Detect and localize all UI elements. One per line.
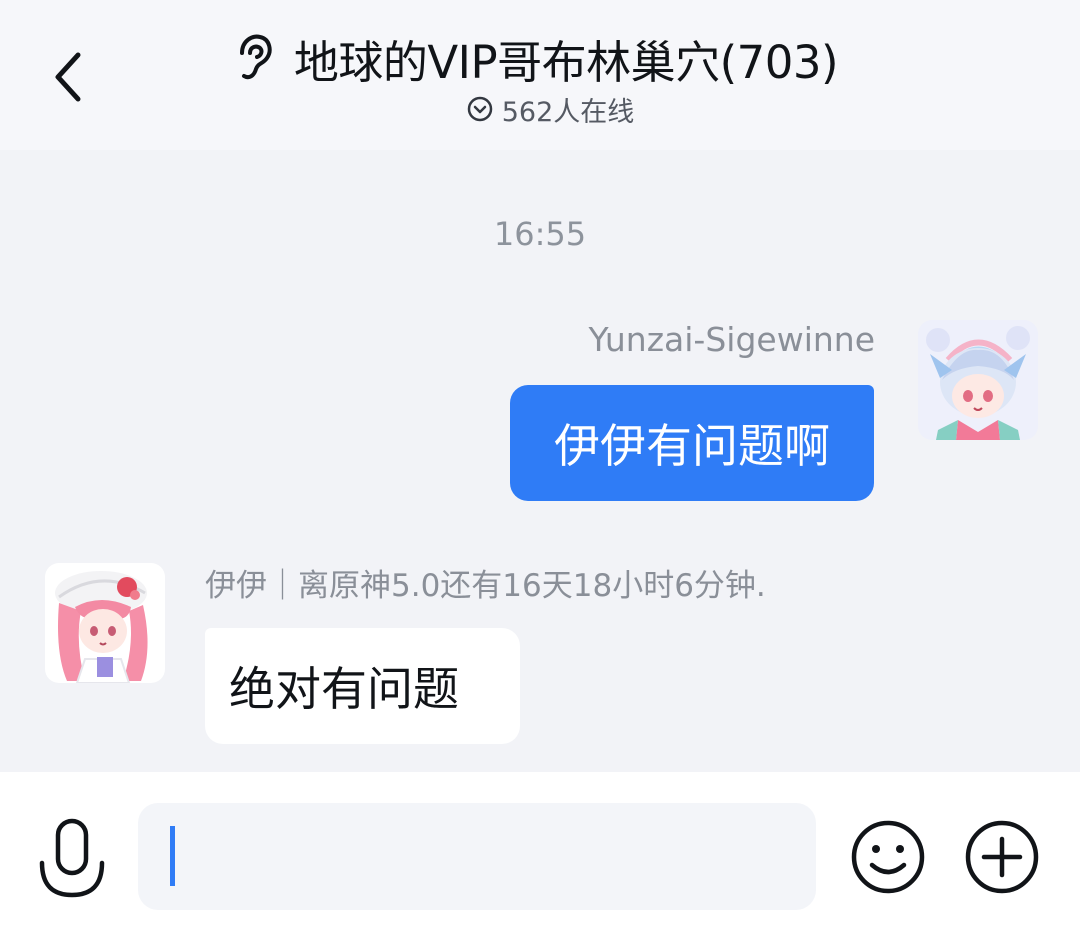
chat-title: 地球的VIP哥布林巢穴(703)	[293, 35, 839, 89]
ear-icon	[239, 34, 272, 80]
message-text: 伊伊有问题啊	[554, 419, 830, 473]
chevron-down-circle-icon	[467, 96, 492, 122]
message-timestamp: 16:55	[493, 215, 587, 253]
avatar[interactable]	[45, 563, 165, 683]
input-bar	[0, 772, 1080, 941]
message-input[interactable]	[138, 803, 816, 910]
online-status[interactable]: 562人在线	[0, 90, 1080, 128]
emoji-button[interactable]	[850, 819, 926, 895]
title-row[interactable]: 地球的VIP哥布林巢穴(703)	[0, 28, 1080, 89]
sender-name: Yunzai-Sigewinne	[588, 320, 875, 359]
avatar[interactable]	[918, 320, 1038, 440]
chat-screen: 地球的VIP哥布林巢穴(703) 562人在线 16:55 Yunzai-Sig…	[0, 0, 1080, 941]
smiley-icon	[851, 820, 925, 894]
text-cursor	[170, 826, 175, 886]
plus-circle-icon	[965, 820, 1039, 894]
chat-header: 地球的VIP哥布林巢穴(703) 562人在线	[0, 0, 1080, 150]
more-button[interactable]	[964, 819, 1040, 895]
voice-button[interactable]	[38, 817, 106, 901]
sender-name: 伊伊｜离原神5.0还有16天18小时6分钟.	[205, 568, 766, 604]
online-count: 562人在线	[501, 96, 635, 128]
microphone-icon	[39, 818, 105, 898]
message-text: 绝对有问题	[229, 662, 459, 716]
outgoing-message-bubble[interactable]: 伊伊有问题啊	[510, 385, 874, 501]
incoming-message-bubble[interactable]: 绝对有问题	[205, 628, 520, 744]
